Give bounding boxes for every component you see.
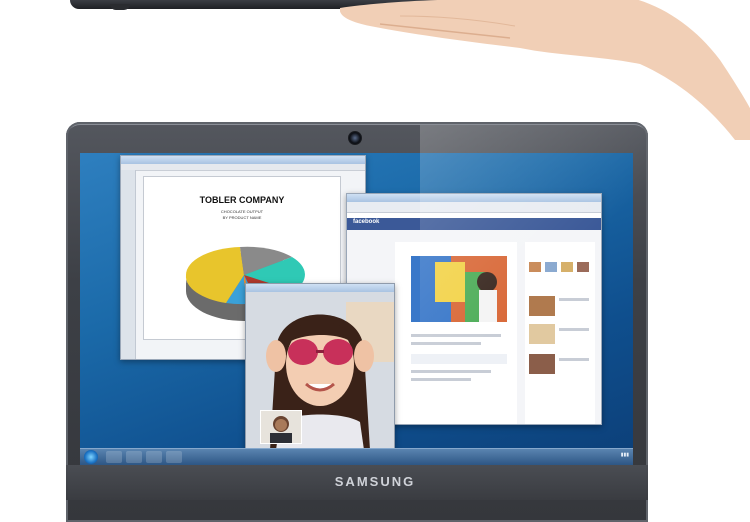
slide-thumbnails-panel[interactable] [121,170,136,359]
slide-subtitle-line2: BY PRODUCT NAME [222,215,262,220]
taskbar-item[interactable] [106,451,122,463]
webcam [348,131,362,145]
news-feed [395,242,517,424]
taskbar: ▮▮▮ [80,448,633,465]
taskbar-item[interactable] [126,451,142,463]
taskbar-item[interactable] [166,451,182,463]
window-toolbar [121,164,365,171]
start-button[interactable] [84,450,98,464]
system-tray[interactable]: ▮▮▮ [621,452,629,458]
window-titlebar[interactable] [121,156,365,164]
self-view-thumbnail[interactable] [260,410,302,444]
laptop-foot [110,4,130,10]
sidebar-thumbnails [529,262,589,374]
laptop-screen: TOBLER COMPANY CHOCOLATE OUTPUT BY PRODU… [80,153,633,465]
slide-subtitle-line1: CHOCOLATE OUTPUT [220,209,264,214]
sidebar-column [525,242,595,424]
site-header-bar [347,218,601,230]
brand-logo: SAMSUNG [334,474,416,489]
slide-title: TOBLER COMPANY [199,195,285,205]
window-titlebar[interactable] [347,194,601,202]
feed-photo [411,256,507,381]
site-logo[interactable]: facebook [353,219,379,225]
window-titlebar[interactable] [246,284,394,292]
address-bar[interactable] [347,202,601,213]
taskbar-item[interactable] [146,451,162,463]
video-chat-window[interactable] [245,283,395,451]
hand-image [340,0,750,140]
